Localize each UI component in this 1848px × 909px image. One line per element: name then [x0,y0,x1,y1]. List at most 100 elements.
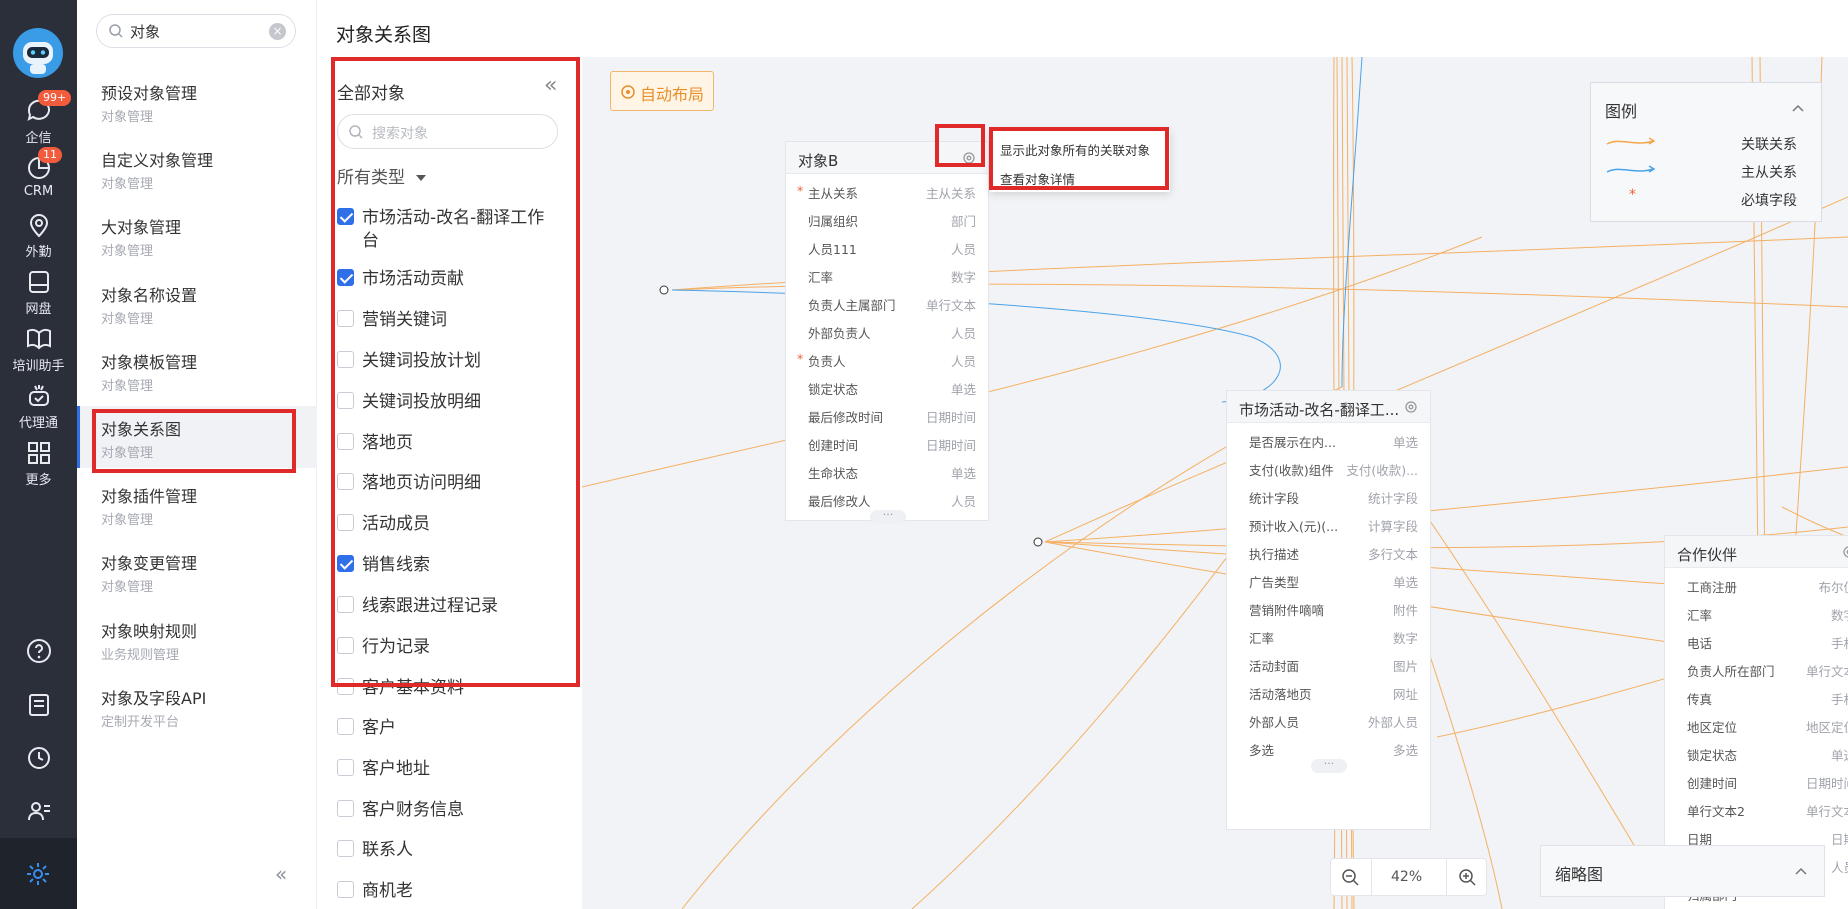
more-fields-button[interactable]: ··· [870,509,906,524]
object-checkbox[interactable] [337,555,354,572]
target-icon [621,85,635,99]
object-checkbox[interactable] [337,759,354,776]
nav-search-input[interactable]: 对象 [130,21,160,42]
menu-item-view-detail[interactable]: 查看对象详情 [1000,169,1075,188]
location-pin-icon [29,214,48,238]
type-filter-select[interactable]: 所有类型 [337,163,427,188]
object-checkbox[interactable] [337,514,354,531]
zoom-level: 42% [1391,869,1423,885]
rail-item-training[interactable]: 培训助手 [0,326,77,374]
object-search-placeholder[interactable]: 搜索对象 [372,123,428,143]
object-checkbox[interactable] [337,269,354,286]
rail-label: 代理通 [18,416,58,431]
minimap-panel[interactable]: 缩略图 [1540,845,1825,897]
user-avatar[interactable] [13,28,63,78]
object-checkbox[interactable] [337,678,354,695]
zoom-in-icon[interactable] [1458,868,1478,888]
field-name: 创建时间 [1687,776,1738,791]
chevron-up-icon[interactable] [1794,866,1808,876]
grid-icon [27,442,50,464]
object-field-row: 单行文本2 单行文本 [1665,795,1848,823]
object-checkbox[interactable] [337,208,354,225]
object-card-marketing[interactable]: 市场活动-改名-翻译工... 是否展示在内... 单选 支付(收款)组件 支付(收款… [1226,390,1431,830]
nav-item-big-objects[interactable]: 大对象管理 对象管理 [77,204,317,266]
master-line-icon [1606,165,1656,173]
field-type: 日期时间 [1805,776,1848,791]
zoom-out-icon[interactable] [1341,868,1361,888]
field-name: 外部人员 [1249,715,1300,730]
field-name: 汇率 [808,270,834,285]
clear-search-icon[interactable]: × [269,23,286,40]
search-icon [109,24,123,38]
rail-item-field[interactable]: 外勤 [0,212,77,260]
field-type: 人员 [950,326,976,341]
nav-item-object-changes[interactable]: 对象变更管理 对象管理 [77,540,317,602]
settings-icon[interactable] [962,151,976,165]
object-field-row: 负责人所在部门 单行文本 [1665,655,1848,683]
object-checkbox[interactable] [337,840,354,857]
nav-item-subtitle: 对象管理 [101,312,154,327]
collapse-panel-button[interactable]: « [544,73,557,98]
more-fields-button[interactable]: ··· [1311,758,1347,773]
object-label: 市场活动贡献 [362,269,464,289]
collapse-nav-button[interactable]: « [275,862,287,886]
object-search-box[interactable]: 搜索对象 [337,114,558,149]
rail-label: 企信 [25,131,52,146]
unread-badge: 99+ [38,90,72,106]
object-checkbox[interactable] [337,718,354,735]
auto-layout-button[interactable]: 自动布局 [610,71,714,111]
object-label: 落地页访问明细 [362,473,481,493]
nav-search-box[interactable]: 对象 × [96,14,296,48]
rail-item-crm[interactable]: CRM 11 [0,147,77,199]
object-checkbox[interactable] [337,392,354,409]
object-checkbox[interactable] [337,351,354,368]
object-field-row: 支付(收款)组件 支付(收款)... [1227,454,1430,482]
nav-item-title: 大对象管理 [101,218,182,237]
nav-item-mapping-rules[interactable]: 对象映射规则 业务规则管理 [77,608,317,670]
settings-button[interactable] [0,838,77,909]
settings-icon[interactable] [1404,400,1418,414]
notes-icon [28,694,49,716]
object-label: 联系人 [362,840,413,860]
nav-item-object-plugins[interactable]: 对象插件管理 对象管理 [77,473,317,535]
rail-label: 培训助手 [12,359,65,374]
field-type: 人员 [950,242,976,257]
object-field-row: 锁定状态 单选 [786,373,988,401]
nav-item-object-templates[interactable]: 对象模板管理 对象管理 [77,339,317,401]
object-checkbox[interactable] [337,637,354,654]
field-type: 单选 [950,466,976,481]
nav-item-title: 对象映射规则 [101,622,198,641]
settings-icon[interactable] [1842,545,1848,559]
user-list-icon [27,802,50,821]
menu-item-show-related[interactable]: 显示此对象所有的关联对象 [1000,140,1150,159]
object-card-b[interactable]: 对象B * 主从关系 主从关系 归属组织 部门 人员111 人员 汇率 数字 负责人主属部… [785,141,989,524]
help-button[interactable] [0,638,77,667]
object-checkbox[interactable] [337,473,354,490]
notes-button[interactable] [0,692,77,721]
history-button[interactable] [0,745,77,774]
object-checkbox[interactable] [337,881,354,898]
contacts-button[interactable] [0,798,77,827]
chevron-up-icon[interactable] [1791,103,1805,113]
object-checkbox[interactable] [337,433,354,450]
object-field-row: 归属组织 部门 [786,205,988,233]
object-checkbox[interactable] [337,310,354,327]
legend-label: 必填字段 [1741,193,1797,209]
help-icon [26,639,51,663]
rail-item-more[interactable]: 更多 [0,440,77,488]
nav-item-field-api[interactable]: 对象及字段API 定制开发平台 [77,675,317,737]
object-checkbox[interactable] [337,800,354,817]
rail-item-qixin[interactable]: 企信 99+ [0,90,77,146]
object-field-row: 生命状态 单选 [786,457,988,485]
rail-item-agent[interactable]: 代理通 [0,383,77,431]
relation-line-icon [1606,137,1656,145]
nav-item-object-names[interactable]: 对象名称设置 对象管理 [77,272,317,334]
rail-item-disk[interactable]: 网盘 [0,269,77,317]
object-checkbox[interactable] [337,596,354,613]
nav-item-object-graph[interactable]: 对象关系图 对象管理 [77,406,317,468]
object-card-title: 对象B [798,152,839,170]
nav-item-custom-objects[interactable]: 自定义对象管理 对象管理 [77,137,317,199]
field-name: 预计收入(元)(... [1249,519,1339,534]
field-name: 地区定位 [1687,720,1738,735]
nav-item-preset-objects[interactable]: 预设对象管理 对象管理 [77,70,317,132]
